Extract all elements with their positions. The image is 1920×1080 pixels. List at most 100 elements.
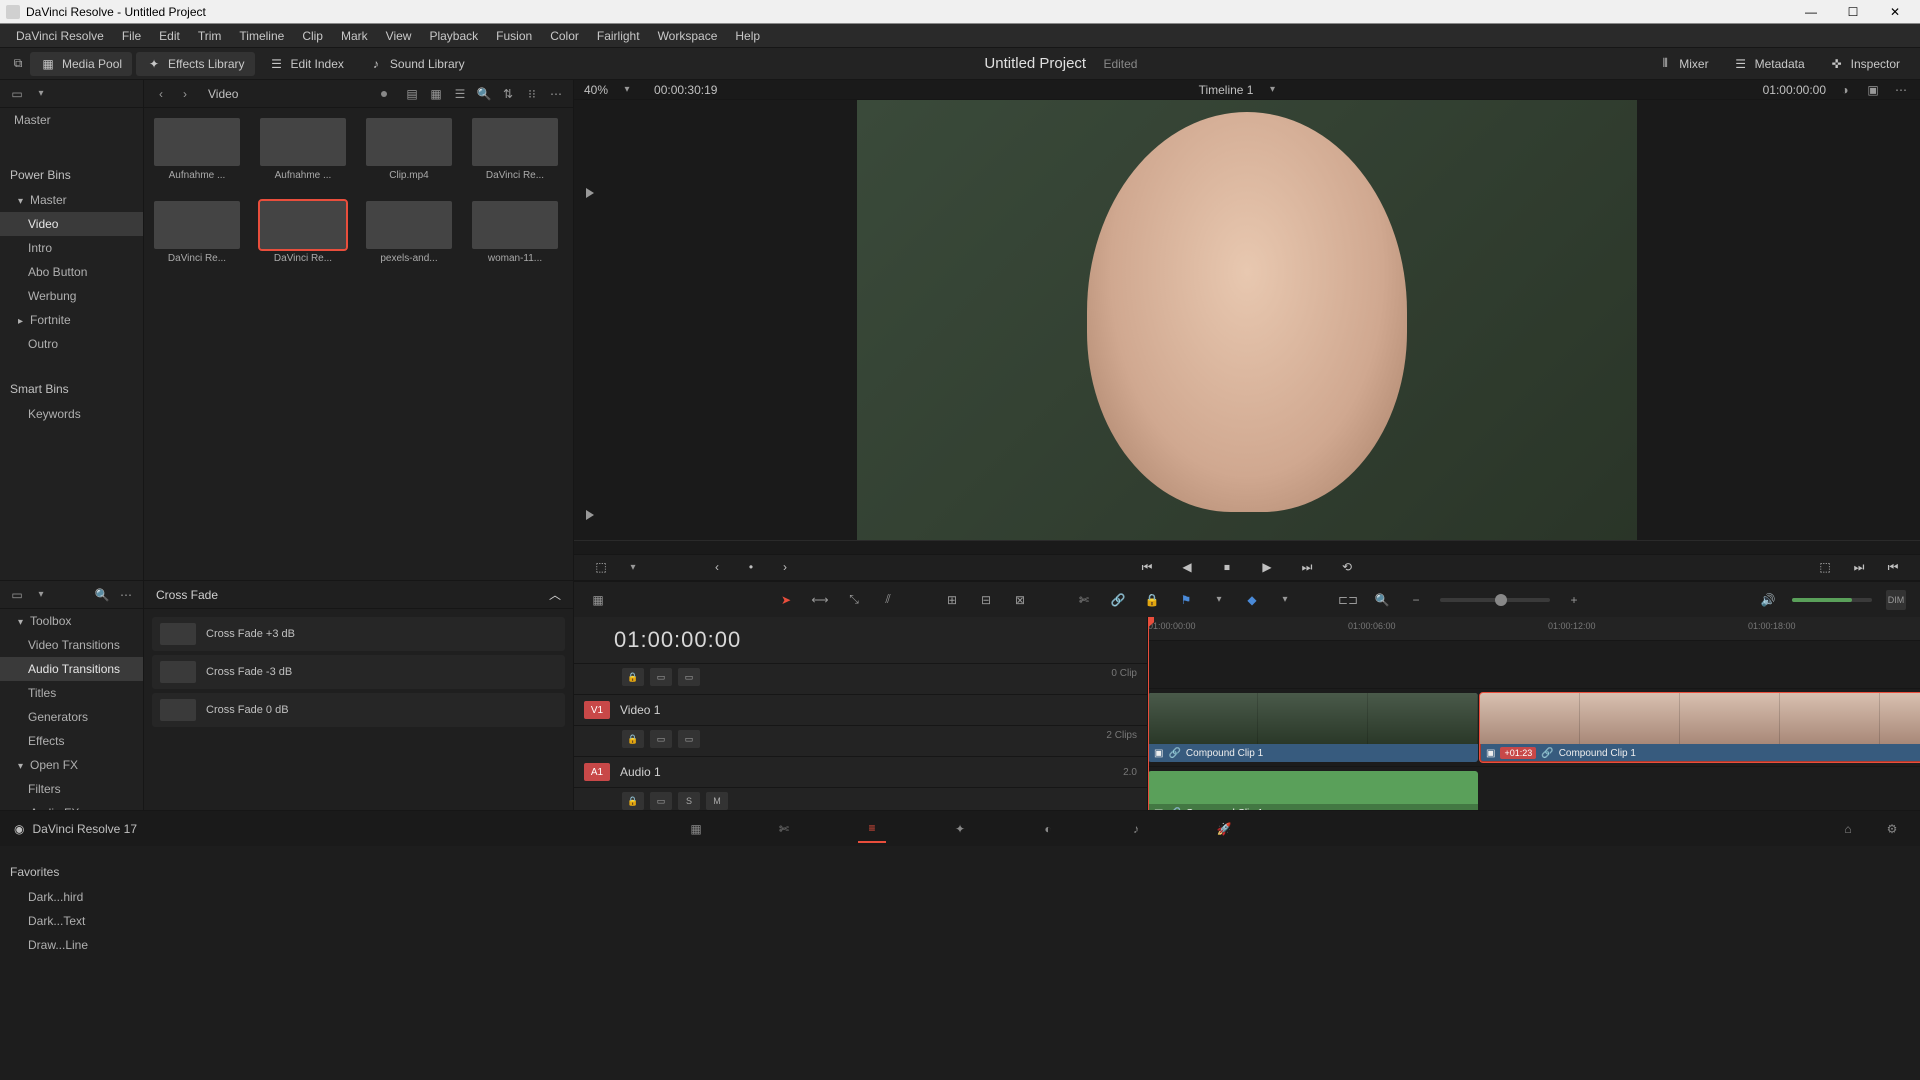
- viewer-mode-dropdown-icon[interactable]: ▾: [624, 558, 642, 576]
- page-fusion-icon[interactable]: ✦: [946, 815, 974, 843]
- clip-v1-a[interactable]: ▣🔗Compound Clip 1: [1148, 693, 1478, 762]
- chevron-down-icon[interactable]: ▾: [32, 85, 50, 103]
- in-out-icon[interactable]: ⏭: [1848, 556, 1870, 578]
- track-v1-lane[interactable]: ▣🔗Compound Clip 1 ▣+01:23🔗Compound Clip …: [1148, 689, 1920, 767]
- media-clip[interactable]: Clip.mp4: [366, 118, 452, 181]
- flag-icon[interactable]: ⚑: [1176, 590, 1196, 610]
- playhead[interactable]: [1148, 617, 1149, 810]
- bin-abo-button[interactable]: Abo Button: [0, 260, 143, 284]
- bin-keywords[interactable]: Keywords: [0, 402, 143, 426]
- media-pool-toggle[interactable]: ▦Media Pool: [30, 52, 132, 76]
- bin-video[interactable]: Video: [0, 212, 143, 236]
- track-a1-lane[interactable]: ▣🔗Compound Clip 1: [1148, 767, 1920, 810]
- toolbox-more-icon[interactable]: ⋯: [117, 586, 135, 604]
- close-button[interactable]: ✕: [1876, 2, 1914, 22]
- menu-fusion[interactable]: Fusion: [488, 27, 540, 45]
- media-clip[interactable]: DaVinci Re...: [260, 201, 346, 264]
- a1-badge[interactable]: A1: [584, 763, 610, 781]
- collapse-icon[interactable]: ︿: [549, 586, 561, 603]
- menu-clip[interactable]: Clip: [294, 27, 331, 45]
- a1-autoselect-icon[interactable]: ▭: [650, 792, 672, 810]
- a1-solo-button[interactable]: S: [678, 792, 700, 810]
- toolbox-generators[interactable]: Generators: [0, 705, 143, 729]
- menu-trim[interactable]: Trim: [190, 27, 230, 45]
- media-clip[interactable]: DaVinci Re...: [472, 118, 558, 181]
- timeline-canvas[interactable]: 01:00:00:0001:00:06:0001:00:12:0001:00:1…: [1148, 617, 1920, 810]
- viewer-scrubber[interactable]: [574, 540, 1920, 553]
- toolbox-search-icon[interactable]: 🔍: [93, 586, 111, 604]
- fx-item[interactable]: Cross Fade -3 dB: [152, 655, 565, 689]
- toolbox-titles[interactable]: Titles: [0, 681, 143, 705]
- zoom-in-icon[interactable]: +: [1564, 590, 1584, 610]
- menu-view[interactable]: View: [378, 27, 420, 45]
- timeline-name[interactable]: Timeline 1: [1199, 83, 1254, 97]
- openfx-header[interactable]: ▾Open FX: [0, 753, 143, 777]
- nav-fwd-icon[interactable]: ›: [176, 85, 194, 103]
- bin-werbung[interactable]: Werbung: [0, 284, 143, 308]
- view-metadata-icon[interactable]: ▤: [403, 85, 421, 103]
- blade-tool-icon[interactable]: ⫽: [878, 590, 898, 610]
- viewer-more-icon[interactable]: ⋯: [1892, 81, 1910, 99]
- match-frame-icon[interactable]: [586, 188, 594, 198]
- view-list-icon[interactable]: ☰: [451, 85, 469, 103]
- favorite-0[interactable]: Dark...hird: [0, 885, 143, 909]
- toolbox-header[interactable]: ▾Toolbox: [0, 609, 143, 633]
- marker-dropdown-icon[interactable]: ▾: [1276, 591, 1294, 609]
- play-icon[interactable]: ▶: [1256, 556, 1278, 578]
- home-icon[interactable]: ⌂: [1834, 815, 1862, 843]
- flag-dropdown-icon[interactable]: ▾: [1210, 591, 1228, 609]
- bin-list-icon[interactable]: ▭: [8, 85, 26, 103]
- trim-tool-icon[interactable]: ⟷: [810, 590, 830, 610]
- a1-mute-button[interactable]: M: [706, 792, 728, 810]
- media-clip[interactable]: pexels-and...: [366, 201, 452, 264]
- minimize-button[interactable]: —: [1792, 2, 1830, 22]
- media-clip[interactable]: DaVinci Re...: [154, 201, 240, 264]
- chevron-down-icon[interactable]: ▾: [32, 586, 50, 604]
- toolbox-video-transitions[interactable]: Video Transitions: [0, 633, 143, 657]
- bin-outro[interactable]: Outro: [0, 332, 143, 356]
- single-viewer-icon[interactable]: ▣: [1864, 81, 1882, 99]
- menu-davinci[interactable]: DaVinci Resolve: [8, 27, 112, 45]
- v1-enable-icon[interactable]: ▭: [678, 730, 700, 748]
- maximize-button[interactable]: ☐: [1834, 2, 1872, 22]
- loop-icon[interactable]: ⟲: [1336, 556, 1358, 578]
- bin-intro[interactable]: Intro: [0, 236, 143, 260]
- bypass-icon[interactable]: ◑: [1836, 81, 1854, 99]
- insert-clip-icon[interactable]: ⊞: [942, 590, 962, 610]
- v1-lock-icon[interactable]: 🔒: [622, 730, 644, 748]
- search-icon[interactable]: 🔍: [475, 85, 493, 103]
- menu-edit[interactable]: Edit: [151, 27, 188, 45]
- viewer-zoom[interactable]: 40%: [584, 83, 608, 97]
- marker-icon[interactable]: ◆: [1242, 590, 1262, 610]
- lock-track-icon[interactable]: 🔒: [622, 668, 644, 686]
- view-thumb-icon[interactable]: ▦: [427, 85, 445, 103]
- page-fairlight-icon[interactable]: ♪: [1122, 815, 1150, 843]
- stop-dot-icon[interactable]: •: [740, 556, 762, 578]
- timeline-ruler[interactable]: 01:00:00:0001:00:06:0001:00:12:0001:00:1…: [1148, 617, 1920, 641]
- page-color-icon[interactable]: ◐: [1034, 815, 1062, 843]
- enable-track-icon[interactable]: ▭: [678, 668, 700, 686]
- fx-item[interactable]: Cross Fade 0 dB: [152, 693, 565, 727]
- sort-icon[interactable]: ⇅: [499, 85, 517, 103]
- page-edit-icon[interactable]: ≡: [858, 815, 886, 843]
- v1-badge[interactable]: V1: [584, 701, 610, 719]
- viewer-mode-icon[interactable]: ⬚: [590, 556, 612, 578]
- next-edit-icon[interactable]: ›: [774, 556, 796, 578]
- lock-icon[interactable]: 🔒: [1142, 590, 1162, 610]
- zoom-slider[interactable]: [1440, 598, 1550, 602]
- a1-lock-icon[interactable]: 🔒: [622, 792, 644, 810]
- media-clip[interactable]: woman-11...: [472, 201, 558, 264]
- zoom-search-icon[interactable]: 🔍: [1372, 590, 1392, 610]
- inspector-toggle[interactable]: ✜Inspector: [1819, 52, 1910, 76]
- snapping-icon[interactable]: ⊏⊐: [1338, 590, 1358, 610]
- master-bin[interactable]: Master: [0, 108, 143, 132]
- dim-button[interactable]: DIM: [1886, 590, 1906, 610]
- viewer-canvas[interactable]: [574, 100, 1920, 540]
- volume-slider[interactable]: [1792, 598, 1872, 602]
- nav-back-icon[interactable]: ‹: [152, 85, 170, 103]
- menu-timeline[interactable]: Timeline: [231, 27, 292, 45]
- metadata-toggle[interactable]: ☰Metadata: [1723, 52, 1815, 76]
- mark-out-icon[interactable]: ⏮: [1882, 556, 1904, 578]
- menu-playback[interactable]: Playback: [421, 27, 486, 45]
- effects-library-toggle[interactable]: ✦Effects Library: [136, 52, 254, 76]
